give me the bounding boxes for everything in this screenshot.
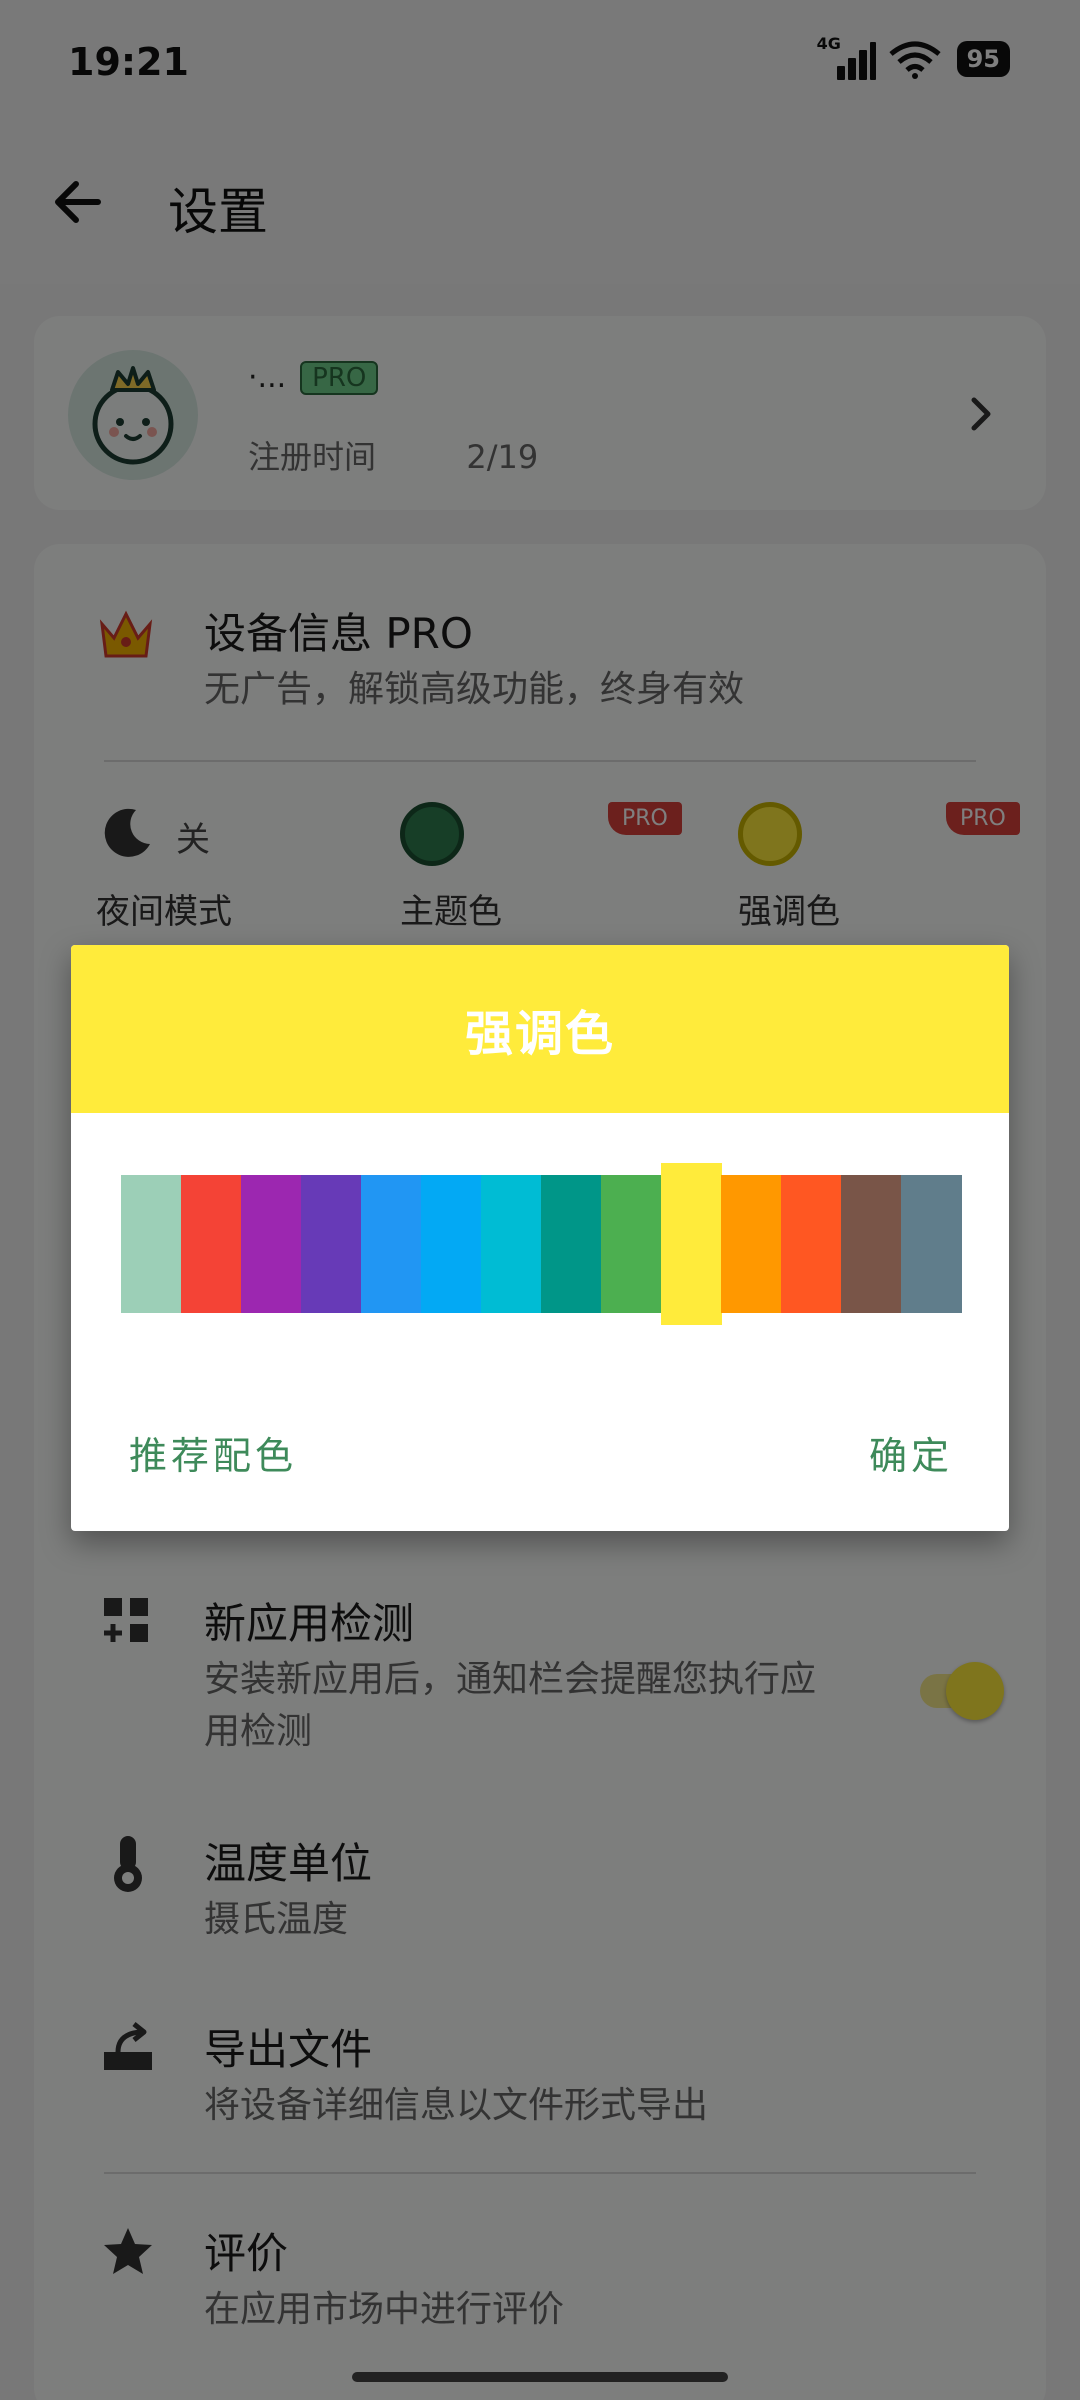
color-swatch[interactable] <box>241 1175 302 1313</box>
dialog-header: 强调色 <box>71 945 1009 1113</box>
color-swatch[interactable] <box>121 1175 182 1313</box>
color-swatch[interactable] <box>781 1175 842 1313</box>
color-swatch[interactable] <box>481 1175 542 1313</box>
color-swatch[interactable] <box>841 1175 902 1313</box>
color-swatch[interactable] <box>541 1175 602 1313</box>
dialog-title: 强调色 <box>464 1006 615 1062</box>
color-swatch[interactable] <box>361 1175 422 1313</box>
color-swatch[interactable] <box>421 1175 482 1313</box>
color-swatch[interactable] <box>901 1175 962 1313</box>
color-swatch[interactable] <box>301 1175 362 1313</box>
color-swatch[interactable] <box>181 1175 242 1313</box>
color-swatch[interactable] <box>601 1175 662 1313</box>
color-swatch[interactable] <box>721 1175 782 1313</box>
color-swatch[interactable] <box>661 1163 722 1325</box>
color-palette <box>121 1163 962 1325</box>
recommended-colors-button[interactable]: 推荐配色 <box>129 1425 297 1480</box>
accent-color-dialog: 强调色 推荐配色 确定 <box>71 945 1009 1531</box>
confirm-button[interactable]: 确定 <box>869 1425 953 1480</box>
